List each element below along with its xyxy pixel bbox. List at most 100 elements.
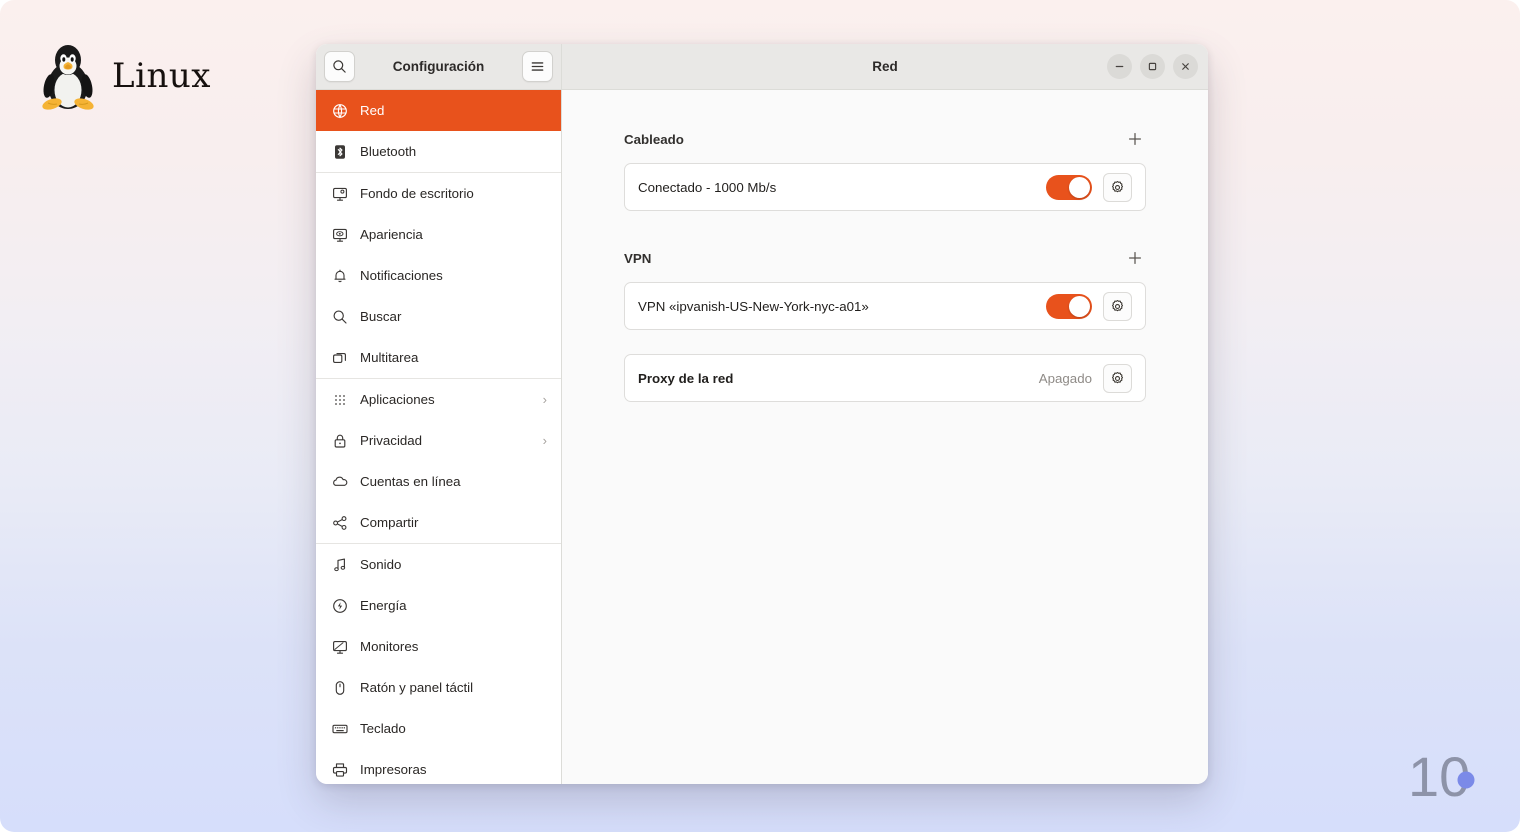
- sidebar-item-raton-y-panel-tactil[interactable]: Ratón y panel táctil: [316, 667, 561, 708]
- vpn-connection-label: VPN «ipvanish-US-New-York-nyc-a01»: [638, 298, 869, 314]
- close-button[interactable]: [1173, 54, 1198, 79]
- nav-group-apps-privacy: Aplicaciones › Privacidad › Cuentas en l…: [316, 379, 561, 544]
- vpn-settings-button[interactable]: [1103, 291, 1132, 321]
- nav-group-personalization: Fondo de escritorio Apariencia Notificac…: [316, 173, 561, 379]
- network-proxy-status: Apagado: [1038, 370, 1092, 386]
- nav-group-hardware: Sonido Energía Monitores Ratón y panel t…: [316, 544, 561, 784]
- plus-icon: [1128, 251, 1142, 265]
- maximize-button[interactable]: [1140, 54, 1165, 79]
- wired-settings-button[interactable]: [1103, 172, 1132, 202]
- sidebar-item-fondo-de-escritorio[interactable]: Fondo de escritorio: [316, 173, 561, 214]
- sidebar-item-label: Energía: [360, 598, 407, 613]
- wired-connection-label: Conectado - 1000 Mb/s: [638, 179, 777, 195]
- sidebar-nav-list[interactable]: Red Bluetooth Fondo de escritorio Aparie…: [316, 90, 561, 784]
- content-pane: Red Cableado Conectado - 1000 Mb/s VPN V…: [562, 44, 1208, 784]
- toggle-knob: [1069, 295, 1090, 317]
- printer-icon: [331, 761, 348, 778]
- sidebar-item-red[interactable]: Red: [316, 90, 561, 131]
- search-button[interactable]: [324, 51, 355, 82]
- nav-group-connectivity: Red Bluetooth: [316, 90, 561, 173]
- sidebar-item-label: Buscar: [360, 309, 402, 324]
- chevron-right-icon: ›: [542, 433, 547, 448]
- sidebar-item-label: Cuentas en línea: [360, 474, 461, 489]
- sidebar-item-apariencia[interactable]: Apariencia: [316, 214, 561, 255]
- sidebar-item-teclado[interactable]: Teclado: [316, 708, 561, 749]
- sidebar-item-label: Ratón y panel táctil: [360, 680, 474, 695]
- chevron-right-icon: ›: [542, 392, 547, 407]
- wallpaper-icon: [331, 185, 348, 202]
- multitasking-windows-icon: [331, 349, 348, 366]
- sidebar-item-aplicaciones[interactable]: Aplicaciones ›: [316, 379, 561, 420]
- vpn-connection-toggle[interactable]: [1046, 293, 1092, 319]
- linux-branding: Linux: [38, 40, 211, 112]
- power-bolt-icon: [331, 597, 348, 614]
- sidebar-item-compartir[interactable]: Compartir: [316, 502, 561, 543]
- plus-icon: [1128, 132, 1142, 146]
- maximize-icon: [1148, 62, 1157, 71]
- search-icon: [331, 308, 348, 325]
- sidebar-item-label: Compartir: [360, 515, 419, 530]
- add-vpn-button[interactable]: [1124, 247, 1146, 269]
- sidebar-item-bluetooth[interactable]: Bluetooth: [316, 131, 561, 172]
- display-monitor-icon: [331, 638, 348, 655]
- window-controls: [1107, 54, 1198, 79]
- sidebar-item-label: Apariencia: [360, 227, 423, 242]
- sidebar-item-energia[interactable]: Energía: [316, 585, 561, 626]
- bell-icon: [331, 267, 348, 284]
- mouse-icon: [331, 679, 348, 696]
- desktop-background: Linux 10 Configuración Red Bluetooth Fon…: [0, 0, 1520, 832]
- sidebar-item-privacidad[interactable]: Privacidad ›: [316, 420, 561, 461]
- share-nodes-icon: [331, 514, 348, 531]
- apps-grid-icon: [331, 391, 348, 408]
- section-header-cableado: Cableado: [624, 126, 1146, 152]
- add-wired-connection-button[interactable]: [1124, 128, 1146, 150]
- minimize-icon: [1115, 65, 1124, 68]
- sidebar-item-label: Red: [360, 103, 385, 118]
- content-header: Red: [562, 44, 1208, 90]
- minimize-button[interactable]: [1107, 54, 1132, 79]
- sidebar-item-label: Privacidad: [360, 433, 423, 448]
- sidebar-item-label: Sonido: [360, 557, 402, 572]
- network-globe-icon: [331, 102, 348, 119]
- network-proxy-row: Proxy de la red Apagado: [624, 354, 1146, 402]
- watermark-10-logo: 10: [1408, 748, 1475, 806]
- close-icon: [1182, 63, 1189, 70]
- network-proxy-label: Proxy de la red: [638, 370, 734, 386]
- network-proxy-settings-button[interactable]: [1103, 363, 1132, 393]
- sidebar-item-sonido[interactable]: Sonido: [316, 544, 561, 585]
- toggle-knob: [1069, 176, 1090, 198]
- music-note-icon: [331, 556, 348, 573]
- sidebar-item-multitarea[interactable]: Multitarea: [316, 337, 561, 378]
- wired-connection-toggle[interactable]: [1046, 174, 1092, 200]
- tux-penguin-icon: [42, 45, 94, 110]
- sidebar: Configuración Red Bluetooth Fondo de esc…: [316, 44, 562, 784]
- cloud-icon: [331, 473, 348, 490]
- gear-icon: [1111, 299, 1124, 311]
- sidebar-item-monitores[interactable]: Monitores: [316, 626, 561, 667]
- bluetooth-icon: [331, 143, 348, 160]
- sidebar-item-impresoras[interactable]: Impresoras: [316, 749, 561, 784]
- search-icon: [333, 60, 346, 73]
- sidebar-header: Configuración: [316, 44, 561, 90]
- sidebar-item-label: Teclado: [360, 721, 406, 736]
- appearance-icon: [331, 226, 348, 243]
- sidebar-item-cuentas-en-linea[interactable]: Cuentas en línea: [316, 461, 561, 502]
- keyboard-icon: [331, 720, 348, 737]
- section-title: Cableado: [624, 131, 684, 147]
- sidebar-item-label: Notificaciones: [360, 268, 443, 283]
- sidebar-item-label: Bluetooth: [360, 144, 417, 159]
- sidebar-item-buscar[interactable]: Buscar: [316, 296, 561, 337]
- gear-icon: [1111, 371, 1124, 383]
- sidebar-item-notificaciones[interactable]: Notificaciones: [316, 255, 561, 296]
- hamburger-menu-icon: [531, 62, 544, 71]
- section-title: VPN: [624, 250, 652, 266]
- main-menu-button[interactable]: [522, 51, 553, 82]
- wired-connection-row: Conectado - 1000 Mb/s: [624, 163, 1146, 211]
- settings-window: Configuración Red Bluetooth Fondo de esc…: [316, 44, 1208, 784]
- gear-icon: [1111, 180, 1124, 192]
- vpn-connection-row: VPN «ipvanish-US-New-York-nyc-a01»: [624, 282, 1146, 330]
- sidebar-item-label: Monitores: [360, 639, 419, 654]
- lock-icon: [331, 432, 348, 449]
- network-settings-body: Cableado Conectado - 1000 Mb/s VPN VPN «…: [562, 90, 1208, 784]
